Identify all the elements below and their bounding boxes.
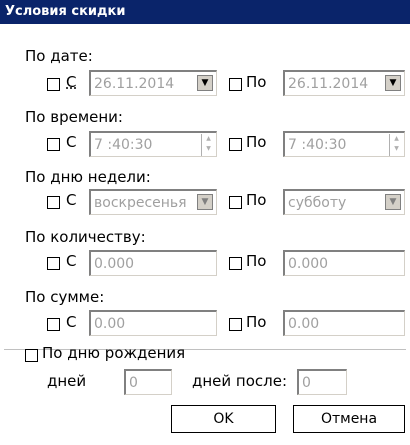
by-quantity-label: По количеству: bbox=[25, 228, 146, 246]
time-to-field[interactable]: 7 :40:30 ▲ ▼ bbox=[283, 131, 405, 157]
time-from-field[interactable]: 7 :40:30 ▲ ▼ bbox=[89, 131, 217, 157]
days-after-label: дней после: bbox=[192, 372, 288, 390]
ok-button[interactable]: OK bbox=[171, 405, 276, 433]
sum-to-field[interactable]: 0.00 bbox=[283, 310, 405, 336]
date-from-label: С bbox=[66, 73, 77, 91]
days-label: дней bbox=[47, 372, 87, 390]
days-value: 0 bbox=[129, 375, 138, 391]
by-date-label: По дате: bbox=[25, 47, 93, 65]
weekday-from-select[interactable]: воскресенья ▼ bbox=[89, 189, 217, 215]
birthday-label: По дню рождения bbox=[42, 344, 186, 362]
sum-to-label: По bbox=[246, 313, 267, 331]
days-after-field[interactable]: 0 bbox=[297, 369, 347, 395]
time-from-value: 7 :40:30 bbox=[94, 137, 153, 153]
chevron-down-icon[interactable]: ▼ bbox=[385, 75, 401, 91]
by-time-label: По времени: bbox=[25, 108, 123, 126]
sum-from-value: 0.00 bbox=[94, 316, 126, 332]
sum-to-value: 0.00 bbox=[288, 316, 320, 332]
date-to-value: 26.11.2014 bbox=[288, 76, 369, 92]
birthday-checkbox[interactable] bbox=[25, 349, 38, 362]
sum-from-field[interactable]: 0.00 bbox=[89, 310, 217, 336]
time-to-value: 7 :40:30 bbox=[288, 137, 347, 153]
chevron-down-icon[interactable]: ▼ bbox=[385, 194, 401, 210]
window-title: Условия скидки bbox=[5, 4, 126, 19]
quantity-from-value: 0.000 bbox=[94, 256, 135, 272]
quantity-to-checkbox[interactable] bbox=[229, 257, 242, 270]
quantity-to-field[interactable]: 0.000 bbox=[283, 250, 405, 276]
sum-from-label: С bbox=[66, 313, 77, 331]
weekday-to-label: По bbox=[246, 191, 267, 209]
weekday-from-checkbox[interactable] bbox=[47, 196, 60, 209]
spinner-icon[interactable]: ▲ ▼ bbox=[201, 134, 215, 156]
weekday-to-select[interactable]: субботу ▼ bbox=[283, 189, 405, 215]
spinner-icon[interactable]: ▲ ▼ bbox=[389, 134, 403, 156]
by-sum-label: По сумме: bbox=[25, 288, 105, 306]
quantity-from-checkbox[interactable] bbox=[47, 257, 60, 270]
weekday-from-value: воскресенья bbox=[94, 195, 187, 211]
sum-to-checkbox[interactable] bbox=[229, 318, 242, 331]
weekday-from-label: С bbox=[66, 191, 77, 209]
time-to-label: По bbox=[246, 133, 267, 151]
chevron-down-icon[interactable]: ▼ bbox=[197, 75, 213, 91]
date-to-label: По bbox=[246, 73, 267, 91]
time-from-label: С bbox=[66, 133, 77, 151]
date-from-checkbox[interactable] bbox=[47, 78, 60, 91]
days-field[interactable]: 0 bbox=[124, 369, 172, 395]
quantity-to-label: По bbox=[246, 252, 267, 270]
time-from-checkbox[interactable] bbox=[47, 138, 60, 151]
sum-from-checkbox[interactable] bbox=[47, 318, 60, 331]
cancel-button[interactable]: Отмена bbox=[293, 405, 405, 433]
title-bar: Условия скидки bbox=[0, 0, 410, 24]
date-from-field[interactable]: 26.11.2014 ▼ bbox=[89, 70, 217, 96]
quantity-from-field[interactable]: 0.000 bbox=[89, 250, 217, 276]
weekday-to-value: субботу bbox=[288, 195, 347, 211]
date-to-checkbox[interactable] bbox=[229, 78, 242, 91]
by-weekday-label: По дню недели: bbox=[25, 168, 151, 186]
quantity-from-label: С bbox=[66, 252, 77, 270]
chevron-down-icon[interactable]: ▼ bbox=[197, 194, 213, 210]
date-from-value: 26.11.2014 bbox=[94, 76, 175, 92]
days-after-value: 0 bbox=[302, 375, 311, 391]
weekday-to-checkbox[interactable] bbox=[229, 196, 242, 209]
date-to-field[interactable]: 26.11.2014 ▼ bbox=[283, 70, 405, 96]
quantity-to-value: 0.000 bbox=[288, 256, 329, 272]
time-to-checkbox[interactable] bbox=[229, 138, 242, 151]
